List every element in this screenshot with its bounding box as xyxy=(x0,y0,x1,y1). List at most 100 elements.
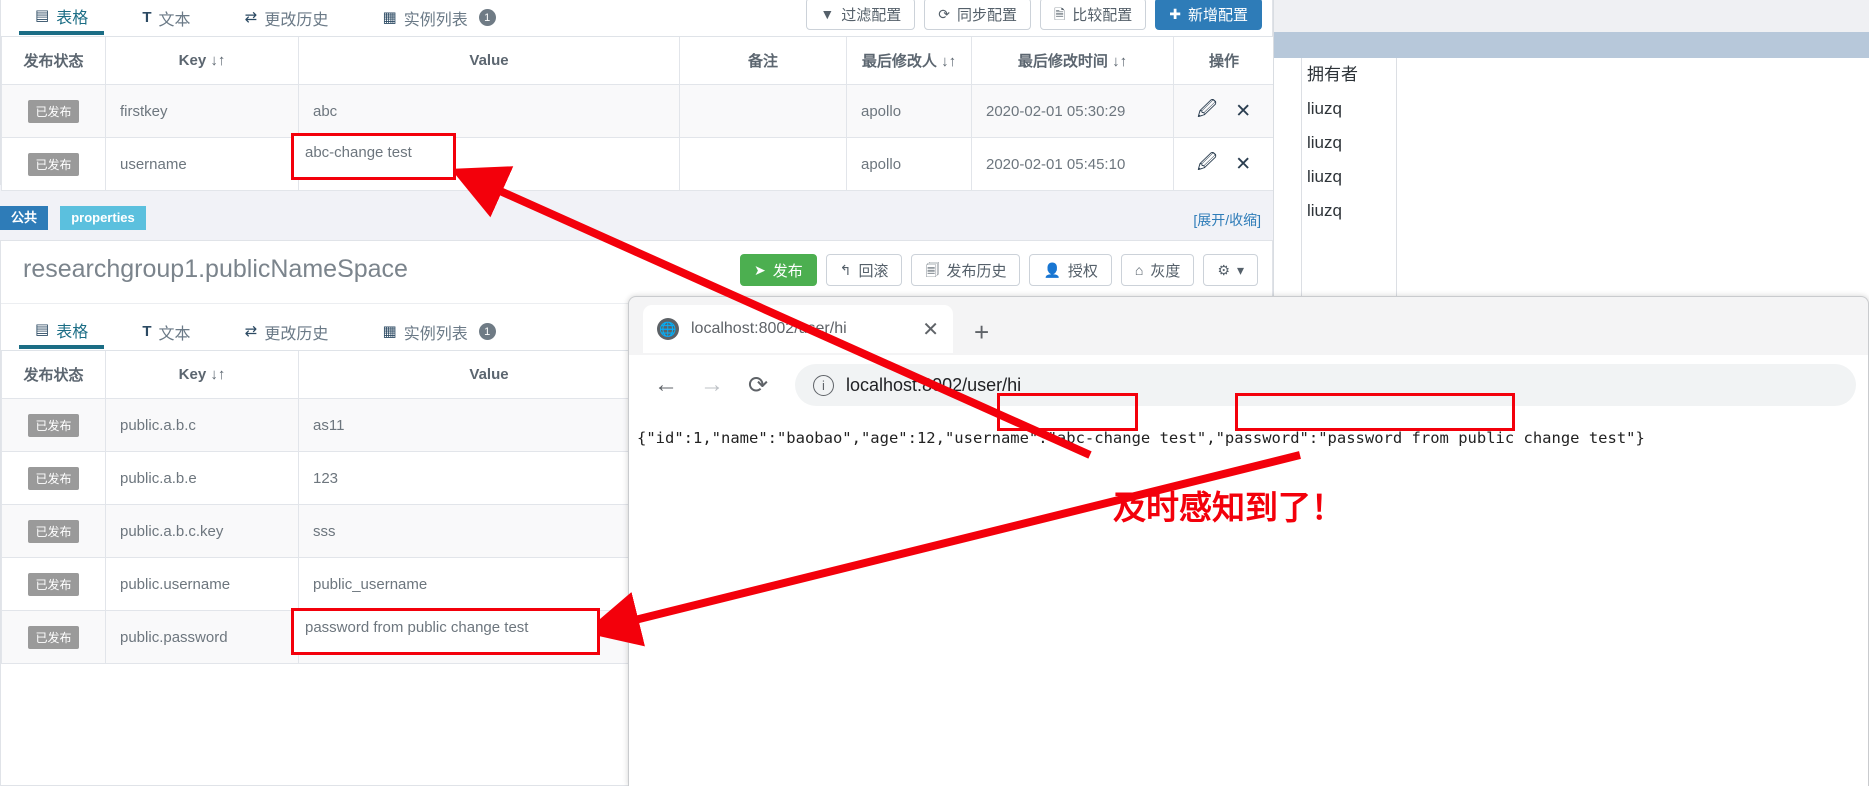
col-value: Value xyxy=(298,351,680,399)
table-icon: ▤ xyxy=(35,321,50,338)
site-info-icon[interactable]: i xyxy=(813,374,834,396)
cell-modifier: apollo xyxy=(846,137,972,191)
col-last-modified-time[interactable]: 最后修改时间 ↓↑ xyxy=(971,37,1174,85)
tab-label: 实例列表 xyxy=(403,11,468,29)
authorize-button[interactable]: 👤 授权 xyxy=(1029,254,1112,286)
tab-label: 文本 xyxy=(158,11,191,29)
table-header-row: 发布状态 Key ↓↑ Value 备注 最后修改人 ↓↑ 最后修改时间 ↓↑ … xyxy=(1,37,1273,85)
browser-tab[interactable]: 🌐 localhost:8002/user/hi ✕ xyxy=(643,305,953,353)
tab-label: 更改历史 xyxy=(264,11,329,29)
sort-icon[interactable]: ↓↑ xyxy=(1112,53,1127,70)
tab-instance-list[interactable]: ▦ 实例列表 1 xyxy=(367,0,512,35)
cell-value: as11 xyxy=(298,398,680,452)
cell-status: 已发布 xyxy=(1,610,106,664)
col-last-modifier[interactable]: 最后修改人 ↓↑ xyxy=(846,37,972,85)
history-icon: ⇄ xyxy=(244,9,258,26)
col-publish-status: 发布状态 xyxy=(1,351,106,399)
tab-label: 实例列表 xyxy=(403,325,468,343)
col-key[interactable]: Key ↓↑ xyxy=(105,37,299,85)
instance-count-badge: 1 xyxy=(478,9,496,26)
sort-icon[interactable]: ↓↑ xyxy=(210,366,225,383)
tab-table[interactable]: ▤ 表格 xyxy=(19,0,105,35)
instance-list-icon: ▦ xyxy=(382,9,397,26)
ns-tab-change-history[interactable]: ⇄ 更改历史 xyxy=(229,314,345,349)
col-operations: 操作 xyxy=(1173,37,1273,85)
tab-label: 文本 xyxy=(158,325,191,343)
publish-button[interactable]: ➤ 发布 xyxy=(739,254,817,286)
cell-key: public.password xyxy=(105,610,299,664)
compare-icon: 🗎 xyxy=(1053,6,1066,22)
browser-page-content: {"id":1,"name":"baobao","age":12,"userna… xyxy=(629,415,1868,786)
tab-label: 表格 xyxy=(56,323,89,341)
top-toolbar: ▼ 过滤配置 ⟳ 同步配置 🗎 比较配置 ✚ 新增配置 xyxy=(806,0,1262,30)
sort-icon[interactable]: ↓↑ xyxy=(210,52,225,69)
new-tab-button[interactable]: + xyxy=(974,319,989,345)
status-badge: 已发布 xyxy=(28,625,79,649)
ns-tab-instance-list[interactable]: ▦ 实例列表 1 xyxy=(367,314,512,349)
cell-key: public.username xyxy=(105,557,299,611)
instance-count-badge: 1 xyxy=(478,323,496,340)
table-row: 已发布 firstkey abc apollo 2020-02-01 05:30… xyxy=(1,84,1273,138)
browser-tab-title: localhost:8002/user/hi xyxy=(691,320,847,337)
namespace-toolbar: ➤ 发布 ↰ 回滚 🗐 发布历史 👤 授权 ⌂ 灰度 ⚙ ▾ xyxy=(739,254,1258,286)
cell-status: 已发布 xyxy=(1,451,106,505)
namespace-header: researchgroup1.publicNameSpace ➤ 发布 ↰ 回滚… xyxy=(1,241,1272,304)
screenshot-root: 拥有者 liuzq liuzq liuzq liuzq ▤ 表格 T 文本 ⇄ xyxy=(0,0,1869,786)
cell-value: sss xyxy=(298,504,680,558)
table-icon: ▤ xyxy=(35,7,50,24)
page-title: researchgroup1.publicNameSpace xyxy=(23,255,408,283)
highlight-box-json-password xyxy=(1235,393,1515,431)
button-label: 发布历史 xyxy=(946,262,1007,280)
cell-modifier: apollo xyxy=(846,84,972,138)
add-config-button[interactable]: ✚ 新增配置 xyxy=(1155,0,1262,30)
delete-icon[interactable]: ✕ xyxy=(1235,153,1251,176)
reload-icon[interactable]: ⟳ xyxy=(735,362,781,408)
status-badge: 已发布 xyxy=(28,99,79,123)
button-label: 灰度 xyxy=(1150,262,1181,280)
grayscale-button[interactable]: ⌂ 灰度 xyxy=(1120,254,1195,286)
button-label: 发布 xyxy=(772,262,803,280)
tab-text[interactable]: T 文本 xyxy=(126,0,206,35)
sync-icon: ⟳ xyxy=(938,6,950,22)
delete-icon[interactable]: ✕ xyxy=(1235,100,1251,123)
cell-status: 已发布 xyxy=(1,504,106,558)
cell-status: 已发布 xyxy=(1,84,106,138)
flask-icon: ⌂ xyxy=(1134,262,1144,278)
cell-key: public.a.b.c xyxy=(105,398,299,452)
expand-collapse-link[interactable]: [展开/收缩] xyxy=(1193,210,1261,230)
forward-icon[interactable]: → xyxy=(689,362,735,408)
edit-icon[interactable]: 🖉 xyxy=(1197,95,1217,127)
sync-config-button[interactable]: ⟳ 同步配置 xyxy=(924,0,1031,30)
edit-icon[interactable]: 🖉 xyxy=(1197,148,1217,180)
cell-comment xyxy=(679,84,847,138)
gear-icon: ⚙ xyxy=(1217,262,1230,278)
top-config-table: 发布状态 Key ↓↑ Value 备注 最后修改人 ↓↑ 最后修改时间 ↓↑ … xyxy=(1,37,1273,191)
cell-key: username xyxy=(105,137,299,191)
filter-icon: ▼ xyxy=(820,6,835,22)
right-panel-topbar xyxy=(1273,0,1869,33)
ns-tab-table[interactable]: ▤ 表格 xyxy=(19,314,105,349)
ns-tab-text[interactable]: T 文本 xyxy=(126,314,206,349)
owner-list: 拥有者 liuzq liuzq liuzq liuzq xyxy=(1307,58,1358,228)
settings-button[interactable]: ⚙ ▾ xyxy=(1203,254,1258,286)
compare-config-button[interactable]: 🗎 比较配置 xyxy=(1039,0,1147,30)
history-icon: ⇄ xyxy=(244,323,258,340)
namespace-public-tag: 公共 xyxy=(0,206,49,230)
cell-operations: 🖉 ✕ xyxy=(1173,84,1273,138)
rollback-button[interactable]: ↰ 回滚 xyxy=(825,254,903,286)
close-icon[interactable]: ✕ xyxy=(922,317,939,342)
sort-icon[interactable]: ↓↑ xyxy=(941,53,956,70)
tab-change-history[interactable]: ⇄ 更改历史 xyxy=(229,0,345,35)
col-key[interactable]: Key ↓↑ xyxy=(105,351,299,399)
button-label: 授权 xyxy=(1067,262,1098,280)
button-label: 回滚 xyxy=(858,262,889,280)
back-icon[interactable]: ← xyxy=(643,362,689,408)
cell-key: firstkey xyxy=(105,84,299,138)
right-panel-band xyxy=(1273,32,1869,58)
tab-label: 更改历史 xyxy=(264,325,329,343)
cell-value: 123 xyxy=(298,451,680,505)
instance-list-icon: ▦ xyxy=(382,323,397,340)
filter-config-button[interactable]: ▼ 过滤配置 xyxy=(806,0,916,30)
publish-history-button[interactable]: 🗐 发布历史 xyxy=(911,254,1021,286)
button-label: 过滤配置 xyxy=(841,6,902,24)
